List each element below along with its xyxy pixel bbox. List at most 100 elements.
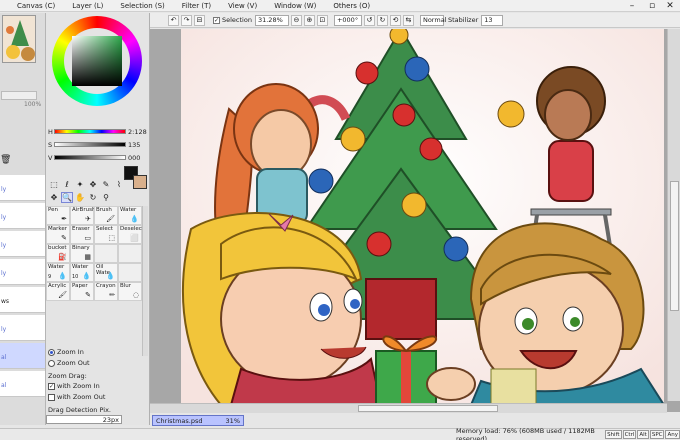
stabilizer-select[interactable]: 13 (481, 14, 504, 26)
menu-canvas[interactable]: Canvas (C) (17, 2, 55, 10)
zoom-tool-icon[interactable]: 🔍 (61, 191, 73, 203)
selection-checkbox[interactable]: ✓ (213, 16, 220, 24)
brush-grid: Pen ✒ AirBrush ✈ Brush 🖌 Water 💧 Marker ✎ Eraser ▭ S… (46, 206, 144, 301)
layer-row[interactable]: ly (0, 175, 45, 201)
canvas-vertical-scroll-thumb[interactable] (670, 181, 679, 311)
document-tab[interactable]: Christmas.psd 31% (152, 415, 244, 426)
zoom-in-icon[interactable]: ⊕ (303, 14, 315, 26)
menu-others[interactable]: Others (O) (333, 2, 370, 10)
brush-slot[interactable]: Water 9 💧 (46, 263, 70, 282)
with-zoom-out-option[interactable]: with Zoom Out (48, 393, 105, 401)
brush-slot[interactable]: Brush 🖌 (94, 206, 118, 225)
with-zoom-in-checkbox[interactable]: ✓ (48, 382, 55, 390)
brush-slot[interactable]: Eraser ▭ (70, 225, 94, 244)
menu-selection[interactable]: Selection (S) (120, 2, 164, 10)
airbrush-icon: ✈ (85, 215, 91, 223)
lasso-icon[interactable]: ℓ (61, 179, 73, 190)
layer-row-selected[interactable]: al (0, 343, 45, 369)
brush-label: AirBrush (72, 207, 96, 213)
move-icon[interactable]: ✥ (87, 179, 99, 190)
brush-slot[interactable]: Crayon ✏ (94, 282, 118, 301)
canvas-vertical-scrollbar[interactable] (667, 29, 680, 401)
menu-window[interactable]: Window (W) (274, 2, 316, 10)
layer-row[interactable]: ly (0, 259, 45, 285)
zoom-in-radio[interactable] (48, 348, 55, 356)
brush-number: 9 (48, 274, 52, 280)
zoom-out-radio[interactable] (48, 359, 55, 367)
layer-row[interactable]: ly (0, 231, 45, 257)
redo-icon[interactable]: ↷ (181, 14, 192, 26)
value-slider[interactable] (54, 155, 126, 160)
flip-icon[interactable]: ⇆ (402, 14, 414, 26)
brush-label: Brush (96, 207, 112, 213)
rotate-left-icon[interactable]: ↺ (363, 14, 375, 26)
rotate-reset-icon[interactable]: ⟲ (389, 14, 401, 26)
undo-icon[interactable]: ↶ (168, 14, 179, 26)
move-tool-icon[interactable]: ✥ (48, 192, 60, 203)
brush-slot[interactable]: Paper ✎ (70, 282, 94, 301)
trash-icon[interactable]: 🗑 (0, 155, 11, 165)
empty-brush-slot[interactable] (118, 263, 142, 282)
magic-wand-icon[interactable]: ✦ (74, 179, 86, 190)
rotation-field[interactable]: +000° (333, 14, 362, 26)
brush-slot[interactable]: Marker ✎ (46, 225, 70, 244)
close-icon[interactable]: ✕ (662, 0, 678, 12)
menu-filter[interactable]: Filter (T) (182, 2, 211, 10)
minimize-icon[interactable]: – (624, 0, 640, 12)
brush-slot[interactable]: bucket ⛽ (46, 244, 70, 263)
brush-label: Water (120, 207, 137, 213)
navigator-thumbnail[interactable] (2, 15, 36, 63)
brush-label: bucket (48, 245, 67, 251)
zoom-out-icon[interactable]: ⊖ (290, 14, 302, 26)
hand-icon[interactable]: ✋ (74, 192, 86, 203)
layer-mode-field[interactable] (1, 91, 37, 100)
memory-load: Memory load: 76% (608MB used / 1182MB re… (456, 426, 595, 440)
layer-row[interactable]: ly (0, 203, 45, 229)
saturation-slider[interactable] (54, 142, 126, 147)
value-value: 000 (128, 153, 141, 162)
eyedropper-icon[interactable]: ⌇ (113, 179, 125, 190)
zoom-reset-icon[interactable]: ⊡ (316, 14, 328, 26)
color-wheel[interactable] (52, 16, 142, 106)
canvas-horizontal-scroll-thumb[interactable] (358, 405, 498, 412)
layer-row[interactable]: al (0, 371, 45, 397)
maximize-icon[interactable]: ▫ (644, 0, 660, 12)
brush-slot[interactable]: Water 10 💧 (70, 263, 94, 282)
brush-slot[interactable]: Binary ▦ (70, 244, 94, 263)
rotate-right-icon[interactable]: ↻ (376, 14, 388, 26)
empty-brush-slot[interactable] (118, 244, 142, 263)
brush-slot[interactable]: Deselect ⬜ (118, 225, 144, 244)
brush-slot[interactable]: Acrylic 🖌 (46, 282, 70, 301)
brush-scrollbar[interactable] (142, 206, 148, 356)
with-zoom-in-option[interactable]: ✓ with Zoom In (48, 382, 100, 390)
drag-detection-field[interactable]: 23px (46, 415, 122, 424)
pen-tool-icon[interactable]: ✎ (100, 179, 112, 190)
brush-slot[interactable]: Blur ◌ (118, 282, 142, 301)
zoom-out-option[interactable]: Zoom Out (48, 359, 90, 367)
dropper-icon[interactable]: ⚲ (100, 192, 112, 203)
brush-slot[interactable]: Select ⬚ (94, 225, 118, 244)
empty-brush-slot[interactable] (94, 244, 118, 263)
brush-slot[interactable]: Pen ✒ (46, 206, 70, 225)
blend-mode-select[interactable]: Normal (419, 14, 447, 26)
drawing-canvas[interactable] (181, 29, 664, 405)
saturation-value-square[interactable] (72, 36, 122, 86)
zoom-field[interactable]: 31.28% (254, 14, 289, 26)
rect-select-icon[interactable]: ⬚ (48, 179, 60, 190)
zoom-in-option[interactable]: Zoom In (48, 348, 84, 356)
clear-icon[interactable]: ⊟ (194, 14, 205, 26)
brush-label: Acrylic (48, 283, 67, 289)
canvas-horizontal-scrollbar[interactable] (150, 403, 667, 413)
brush-slot[interactable]: Oil Wate 💧 (94, 263, 118, 282)
brush-slot[interactable]: Water 💧 (118, 206, 142, 225)
layer-row[interactable]: ly (0, 315, 45, 341)
rotate-tool-icon[interactable]: ↻ (87, 192, 99, 203)
background-color-swatch[interactable] (133, 175, 147, 189)
canvas-area[interactable] (150, 29, 680, 412)
menu-view[interactable]: View (V) (228, 2, 257, 10)
menu-layer[interactable]: Layer (L) (72, 2, 103, 10)
with-zoom-out-checkbox[interactable] (48, 393, 55, 401)
layer-row[interactable]: ws (0, 287, 45, 313)
brush-slot[interactable]: AirBrush ✈ (70, 206, 96, 225)
hue-slider[interactable] (54, 129, 126, 134)
